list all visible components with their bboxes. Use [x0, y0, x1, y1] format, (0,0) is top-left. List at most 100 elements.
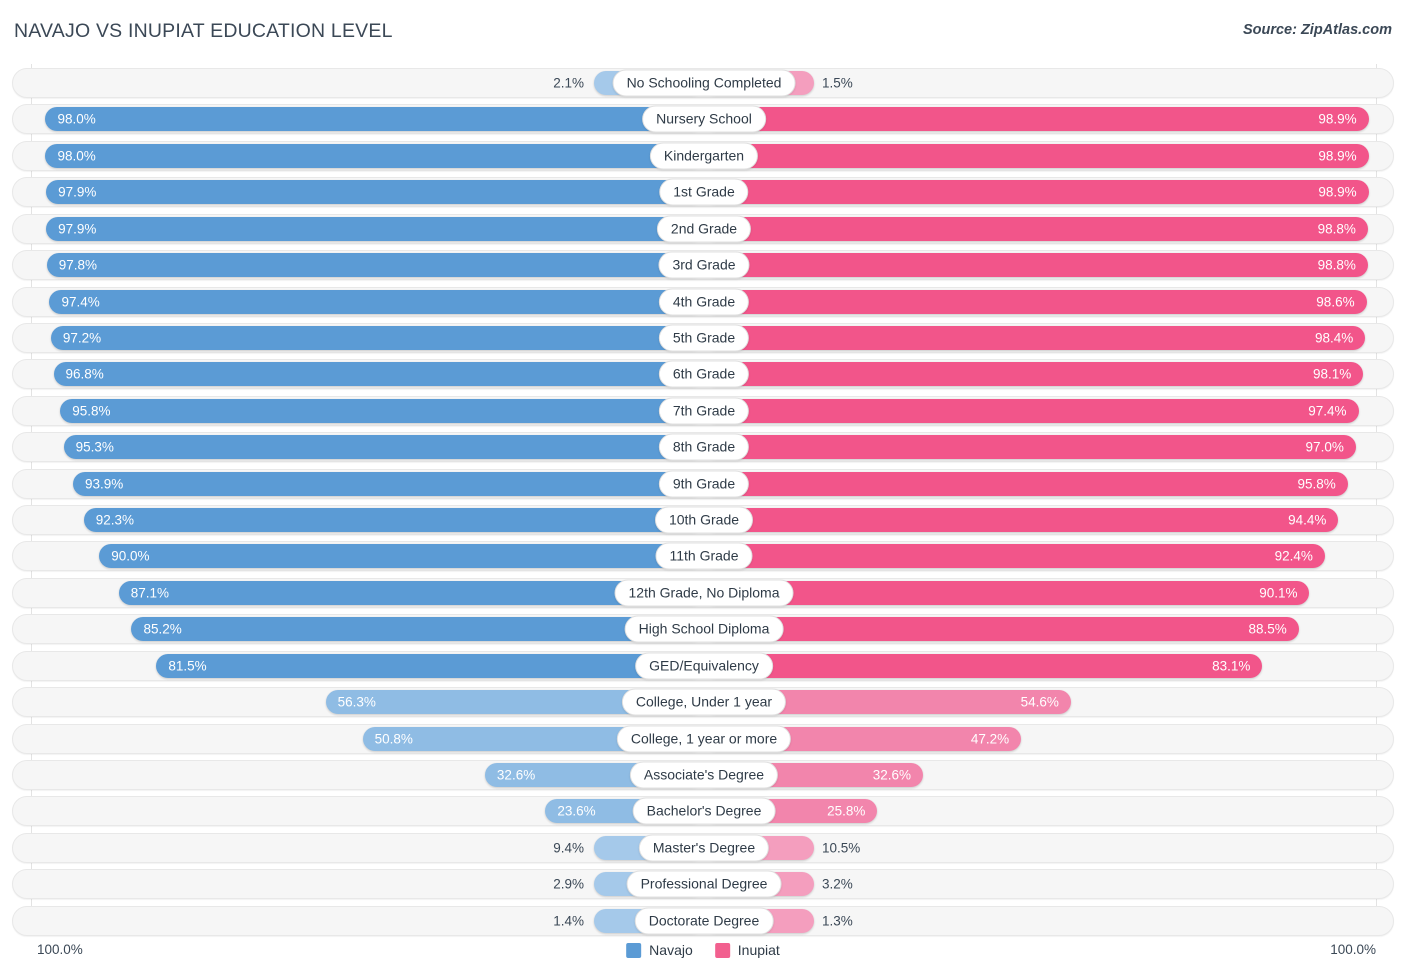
- category-label-pill[interactable]: Master's Degree: [638, 834, 770, 862]
- table-row[interactable]: 97.2% 98.4% 5th Grade: [12, 322, 1394, 353]
- bar-navajo[interactable]: 92.3%: [83, 508, 704, 533]
- table-row[interactable]: 9.4% 10.5% Master's Degree: [12, 832, 1394, 863]
- category-label-pill[interactable]: Bachelor's Degree: [632, 797, 776, 825]
- category-label-pill[interactable]: Nursery School: [642, 105, 766, 133]
- bar-navajo[interactable]: 97.8%: [46, 253, 704, 278]
- bar-inupiat[interactable]: 83.1%: [704, 653, 1263, 678]
- bar-value-inupiat: 88.5%: [1248, 621, 1287, 637]
- bar-inupiat[interactable]: 98.1%: [704, 362, 1364, 387]
- category-label-pill[interactable]: No Schooling Completed: [612, 69, 796, 97]
- bar-navajo[interactable]: 98.0%: [45, 107, 704, 132]
- bar-navajo[interactable]: 98.0%: [45, 143, 704, 168]
- bar-inupiat[interactable]: 98.8%: [704, 216, 1368, 241]
- bar-inupiat[interactable]: 98.4%: [704, 325, 1366, 350]
- bar-navajo[interactable]: 96.8%: [53, 362, 704, 387]
- bar-value-navajo: 97.2%: [62, 330, 102, 346]
- category-label-pill[interactable]: 12th Grade, No Diploma: [614, 579, 794, 607]
- table-row[interactable]: 32.6% 32.6% Associate's Degree: [12, 759, 1394, 790]
- bar-inupiat[interactable]: 98.8%: [704, 253, 1368, 278]
- bar-value-inupiat: 32.6%: [872, 767, 912, 783]
- bar-value-navajo: 97.9%: [58, 184, 97, 200]
- category-label-pill[interactable]: Associate's Degree: [629, 761, 779, 789]
- category-label-pill[interactable]: Professional Degree: [626, 870, 782, 898]
- category-label-pill[interactable]: 4th Grade: [658, 288, 750, 316]
- bar-value-inupiat: 83.1%: [1212, 658, 1251, 674]
- table-row[interactable]: 23.6% 25.8% Bachelor's Degree: [12, 796, 1394, 827]
- bar-value-navajo: 90.0%: [111, 548, 150, 564]
- bar-value-inupiat: 25.8%: [827, 803, 866, 819]
- bar-inupiat[interactable]: 98.9%: [704, 180, 1369, 205]
- category-label-pill[interactable]: 8th Grade: [658, 433, 750, 461]
- table-row[interactable]: 97.8% 98.8% 3rd Grade: [12, 250, 1394, 281]
- bar-inupiat[interactable]: 98.6%: [704, 289, 1367, 314]
- category-label-pill[interactable]: 6th Grade: [658, 360, 750, 388]
- bar-inupiat[interactable]: 95.8%: [704, 471, 1348, 496]
- bar-navajo[interactable]: 97.2%: [50, 325, 704, 350]
- legend-item-inupiat[interactable]: Inupiat: [714, 942, 780, 958]
- table-row[interactable]: 96.8% 98.1% 6th Grade: [12, 359, 1394, 390]
- bar-navajo[interactable]: 97.4%: [49, 289, 704, 314]
- bar-value-inupiat: 1.5%: [822, 75, 853, 91]
- category-label-pill[interactable]: 5th Grade: [658, 324, 750, 352]
- table-row[interactable]: 50.8% 47.2% College, 1 year or more: [12, 723, 1394, 754]
- legend-item-navajo[interactable]: Navajo: [626, 942, 693, 958]
- bar-inupiat[interactable]: 97.4%: [704, 398, 1359, 423]
- bar-inupiat[interactable]: 94.4%: [704, 508, 1339, 533]
- bar-inupiat[interactable]: 88.5%: [704, 617, 1299, 642]
- category-label-pill[interactable]: 7th Grade: [658, 397, 750, 425]
- table-row[interactable]: 98.0% 98.9% Nursery School: [12, 104, 1394, 135]
- category-label-pill[interactable]: 9th Grade: [658, 470, 750, 498]
- bar-navajo[interactable]: 97.9%: [46, 180, 704, 205]
- bar-navajo[interactable]: 90.0%: [99, 544, 704, 569]
- table-row[interactable]: 1.4% 1.3% Doctorate Degree: [12, 905, 1394, 936]
- category-label-pill[interactable]: College, Under 1 year: [621, 688, 787, 716]
- table-row[interactable]: 2.9% 3.2% Professional Degree: [12, 869, 1394, 900]
- table-row[interactable]: 92.3% 94.4% 10th Grade: [12, 505, 1394, 536]
- chart-header: NAVAJO VS INUPIAT EDUCATION LEVEL Source…: [0, 0, 1406, 58]
- table-row[interactable]: 87.1% 90.1% 12th Grade, No Diploma: [12, 577, 1394, 608]
- bar-navajo[interactable]: 95.3%: [63, 435, 704, 460]
- bar-value-navajo: 98.0%: [57, 148, 96, 164]
- category-label-pill[interactable]: Doctorate Degree: [634, 907, 774, 935]
- category-label-pill[interactable]: High School Diploma: [624, 615, 784, 643]
- table-row[interactable]: 97.4% 98.6% 4th Grade: [12, 286, 1394, 317]
- legend-swatch-icon: [714, 942, 730, 958]
- bar-navajo[interactable]: 95.8%: [60, 398, 704, 423]
- bar-value-navajo: 93.9%: [84, 476, 124, 492]
- table-row[interactable]: 85.2% 88.5% High School Diploma: [12, 614, 1394, 645]
- table-row[interactable]: 90.0% 92.4% 11th Grade: [12, 541, 1394, 572]
- category-label-pill[interactable]: 2nd Grade: [656, 215, 752, 243]
- bar-navajo[interactable]: 81.5%: [156, 653, 704, 678]
- bar-inupiat[interactable]: 90.1%: [704, 580, 1310, 605]
- category-label-pill[interactable]: 1st Grade: [659, 178, 749, 206]
- bar-value-navajo: 95.3%: [75, 439, 114, 455]
- category-label-pill[interactable]: GED/Equivalency: [635, 652, 773, 680]
- table-row[interactable]: 97.9% 98.9% 1st Grade: [12, 177, 1394, 208]
- bar-inupiat[interactable]: 92.4%: [704, 544, 1325, 569]
- table-row[interactable]: 2.1% 1.5% No Schooling Completed: [12, 68, 1394, 98]
- bar-navajo[interactable]: 97.9%: [46, 216, 704, 241]
- bar-value-inupiat: 95.8%: [1297, 476, 1336, 492]
- bar-inupiat[interactable]: 98.9%: [704, 143, 1369, 168]
- category-label-pill[interactable]: College, 1 year or more: [616, 725, 792, 753]
- category-label-pill[interactable]: Kindergarten: [649, 142, 759, 170]
- table-row[interactable]: 98.0% 98.9% Kindergarten: [12, 140, 1394, 171]
- table-row[interactable]: 93.9% 95.8% 9th Grade: [12, 468, 1394, 499]
- table-row[interactable]: 95.8% 97.4% 7th Grade: [12, 395, 1394, 426]
- table-row[interactable]: 95.3% 97.0% 8th Grade: [12, 432, 1394, 463]
- bar-navajo[interactable]: 85.2%: [131, 617, 704, 642]
- bar-inupiat[interactable]: 97.0%: [704, 435, 1356, 460]
- table-row[interactable]: 97.9% 98.8% 2nd Grade: [12, 213, 1394, 244]
- bar-navajo[interactable]: 93.9%: [72, 471, 704, 496]
- bar-value-navajo: 98.0%: [57, 111, 96, 127]
- category-label-pill[interactable]: 3rd Grade: [658, 251, 750, 279]
- bar-value-inupiat: 47.2%: [970, 731, 1010, 747]
- bar-value-inupiat: 3.2%: [822, 876, 853, 892]
- category-label-pill[interactable]: 10th Grade: [654, 506, 754, 534]
- bar-value-navajo: 50.8%: [374, 731, 413, 747]
- category-label-pill[interactable]: 11th Grade: [655, 542, 753, 570]
- bar-inupiat[interactable]: 98.9%: [704, 107, 1369, 132]
- table-row[interactable]: 56.3% 54.6% College, Under 1 year: [12, 687, 1394, 718]
- bar-value-navajo: 97.9%: [58, 221, 97, 237]
- table-row[interactable]: 81.5% 83.1% GED/Equivalency: [12, 650, 1394, 681]
